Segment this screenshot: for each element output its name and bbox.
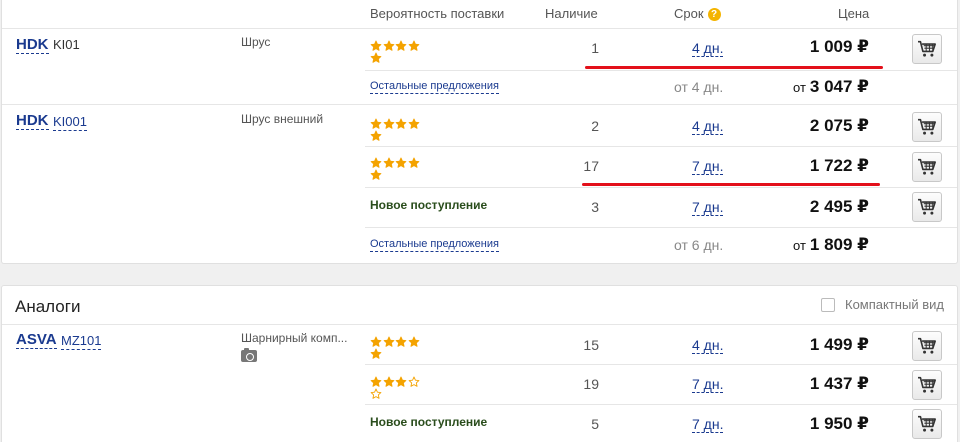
star-icon xyxy=(395,376,407,387)
header-price: Цена xyxy=(838,6,870,21)
star-icon xyxy=(408,40,419,51)
others-price: от 3 047 ₽ xyxy=(793,77,869,96)
star-icon xyxy=(408,157,419,168)
divider xyxy=(365,146,957,147)
divider xyxy=(365,70,957,71)
header-availability: Наличие xyxy=(545,6,598,21)
divider xyxy=(2,324,957,325)
star-icon xyxy=(370,376,382,387)
star-icon xyxy=(383,157,394,168)
header-probability: Вероятность поставки xyxy=(370,6,505,21)
add-to-cart-button[interactable] xyxy=(912,331,942,361)
new-arrival-label: Новое поступление xyxy=(370,415,488,429)
divider xyxy=(365,187,957,188)
cart-icon xyxy=(918,158,936,175)
cart-icon xyxy=(918,118,936,135)
highlight-underline xyxy=(582,183,880,186)
availability-qty: 5 xyxy=(591,416,599,432)
add-to-cart-button[interactable] xyxy=(912,34,942,64)
availability-qty: 19 xyxy=(583,376,599,392)
rating-stars xyxy=(370,376,432,399)
star-icon xyxy=(383,376,394,387)
article-number: KI01 xyxy=(53,37,80,52)
brand-link[interactable]: HDK xyxy=(16,113,49,130)
rating-stars xyxy=(370,118,432,141)
availability-qty: 15 xyxy=(583,337,599,353)
price: 1 722 ₽ xyxy=(809,156,869,175)
divider xyxy=(2,104,957,105)
part-description: Шрус xyxy=(241,35,271,49)
brand-link[interactable]: ASVA xyxy=(16,332,57,349)
star-icon xyxy=(370,118,382,129)
star-icon xyxy=(408,376,419,387)
camera-icon[interactable] xyxy=(241,348,257,362)
add-to-cart-button[interactable] xyxy=(912,152,942,182)
brand-link[interactable]: HDK xyxy=(16,37,49,54)
star-icon xyxy=(395,118,407,129)
other-offers-link[interactable]: Остальные предложения xyxy=(370,238,499,252)
cart-icon xyxy=(918,415,936,432)
price: 2 495 ₽ xyxy=(809,197,869,216)
article-link[interactable]: KI001 xyxy=(53,114,87,131)
price: 1 950 ₽ xyxy=(809,414,869,433)
star-icon xyxy=(383,118,394,129)
star-icon xyxy=(370,348,382,359)
star-icon xyxy=(383,40,394,51)
divider xyxy=(365,364,957,365)
cart-icon xyxy=(918,198,936,215)
star-icon xyxy=(383,336,394,347)
divider xyxy=(2,28,957,29)
star-icon xyxy=(370,388,382,399)
star-icon xyxy=(395,40,407,51)
star-icon xyxy=(370,169,382,180)
add-to-cart-button[interactable] xyxy=(912,409,942,439)
cart-icon xyxy=(918,376,936,393)
cart-icon xyxy=(918,337,936,354)
section-title: Аналоги xyxy=(15,297,81,316)
star-icon xyxy=(370,336,382,347)
price: 1 437 ₽ xyxy=(809,374,869,393)
star-icon xyxy=(370,157,382,168)
add-to-cart-button[interactable] xyxy=(912,370,942,400)
article-link[interactable]: MZ101 xyxy=(61,333,102,350)
star-icon xyxy=(408,118,419,129)
add-to-cart-button[interactable] xyxy=(912,112,942,142)
help-icon[interactable]: ? xyxy=(707,8,721,21)
add-to-cart-button[interactable] xyxy=(912,192,942,222)
other-offers-link[interactable]: Остальные предложения xyxy=(370,80,499,94)
cart-icon xyxy=(918,40,936,57)
part-description: Шарнирный комп... xyxy=(241,331,348,345)
highlight-underline xyxy=(585,66,883,69)
rating-stars xyxy=(370,157,432,180)
star-icon xyxy=(370,130,382,141)
compact-view-label: Компактный вид xyxy=(845,297,944,312)
price: 2 075 ₽ xyxy=(809,116,869,135)
compact-view-checkbox[interactable] xyxy=(821,297,835,312)
availability-qty: 1 xyxy=(591,40,599,56)
compact-view-toggle[interactable]: Компактный вид xyxy=(821,297,944,312)
header-term: Срок? xyxy=(674,6,721,21)
rating-stars xyxy=(370,336,432,359)
analogs-card: Аналоги Компактный вид ASVA MZ101 Шарнир… xyxy=(1,285,958,442)
price: 1 499 ₽ xyxy=(809,335,869,354)
star-icon xyxy=(370,52,382,63)
availability-qty: 17 xyxy=(583,158,599,174)
rating-stars xyxy=(370,40,432,63)
availability-qty: 3 xyxy=(591,199,599,215)
star-icon xyxy=(370,40,382,51)
star-icon xyxy=(395,157,407,168)
others-price: от 1 809 ₽ xyxy=(793,235,869,254)
availability-qty: 2 xyxy=(591,118,599,134)
new-arrival-label: Новое поступление xyxy=(370,198,488,212)
star-icon xyxy=(395,336,407,347)
results-card: Вероятность поставки Наличие Срок? Цена … xyxy=(1,0,958,264)
divider xyxy=(365,227,957,228)
part-description: Шрус внешний xyxy=(241,112,324,126)
price: 1 009 ₽ xyxy=(809,37,869,56)
star-icon xyxy=(408,336,419,347)
divider xyxy=(365,404,957,405)
